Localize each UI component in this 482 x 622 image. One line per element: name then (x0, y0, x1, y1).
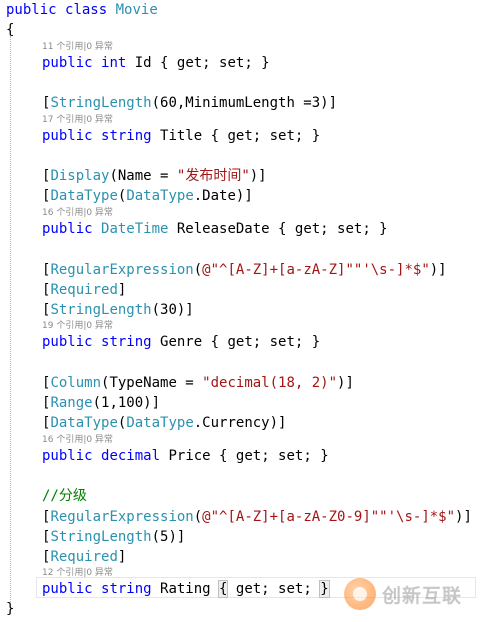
code-line-datatype-date-attr[interactable]: [DataType(DataType.Date)] (42, 186, 482, 206)
attribute-name: Range (50, 395, 93, 411)
type-name: DateTime (101, 221, 169, 237)
identifier: Rating (151, 581, 220, 597)
code-line-comment[interactable]: //分级 (42, 486, 482, 506)
identifier: Title (151, 128, 211, 144)
keyword: string (101, 334, 152, 350)
attribute-name: Required (50, 282, 118, 298)
code-line-title-attr[interactable]: [StringLength(60,MinimumLength =3)] (42, 93, 482, 113)
attribute-name: Column (50, 375, 102, 391)
watermark: 创新互联 (344, 572, 480, 616)
codelens-references[interactable]: 16 个引用|0 异常 (42, 434, 113, 446)
keyword: int (101, 55, 127, 71)
attribute-args: .Date)] (193, 188, 253, 204)
keyword: public (42, 334, 93, 350)
text-caret (328, 580, 330, 596)
attribute-name: DataType (50, 415, 118, 431)
close-brace: } (6, 601, 15, 617)
accessors: { get; set; } (160, 55, 270, 71)
accessors: { get; set; } (210, 334, 321, 350)
bracket: ] (117, 549, 127, 565)
attribute-name: RegularExpression (50, 509, 194, 525)
attribute-args: (1,100)] (92, 395, 161, 411)
accessors: get; set; (227, 581, 321, 597)
keyword: public (6, 2, 57, 18)
open-brace: { (6, 22, 15, 38)
code-line-release-date[interactable]: public DateTime ReleaseDate { get; set; … (42, 219, 482, 239)
code-line-price[interactable]: public decimal Price { get; set; } (42, 446, 482, 466)
matched-brace: } (319, 580, 330, 598)
accessors: { get; set; } (278, 221, 388, 237)
type-name: DataType (126, 188, 194, 204)
codelens-references[interactable]: 11 个引用|0 异常 (42, 41, 113, 53)
indent-guide (10, 36, 11, 602)
code-line-datatype-currency-attr[interactable]: [DataType(DataType.Currency)] (42, 413, 482, 433)
codelens-references[interactable]: 17 个引用|0 异常 (42, 114, 113, 126)
code-line-genre[interactable]: public string Genre { get; set; } (42, 332, 482, 352)
codelens-references[interactable]: 12 个引用|0 异常 (42, 567, 113, 579)
type-name: DataType (126, 415, 194, 431)
bracket: ] (117, 282, 127, 298)
comment: //分级 (42, 488, 87, 504)
code-line-regex2-attr[interactable]: [RegularExpression(@"^[A-Z]+[a-zA-Z0-9]"… (42, 507, 482, 527)
attribute-name: StringLength (50, 95, 152, 111)
code-line-regex1-attr[interactable]: [RegularExpression(@"^[A-Z]+[a-zA-Z]""'\… (42, 260, 482, 280)
keyword: public (42, 581, 93, 597)
code-line-id[interactable]: public int Id { get; set; } (42, 53, 482, 73)
attribute-name: RegularExpression (50, 262, 194, 278)
attribute-args: (TypeName = (101, 375, 203, 391)
code-line-title[interactable]: public string Title { get; set; } (42, 126, 482, 146)
attribute-args: (Name = (109, 168, 177, 184)
attribute-args: )] (429, 262, 447, 278)
attribute-name: StringLength (50, 529, 152, 545)
attribute-args: ( (193, 262, 203, 278)
attribute-args: (30)] (151, 302, 194, 318)
codelens-references[interactable]: 19 个引用|0 异常 (42, 320, 113, 332)
keyword: string (101, 581, 152, 597)
attribute-args: (60,MinimumLength =3)] (151, 95, 338, 111)
keyword: decimal (101, 448, 161, 464)
keyword: class (65, 2, 108, 18)
attribute-args: )] (455, 509, 472, 525)
attribute-args: )] (249, 168, 267, 184)
chuangxin-logo-icon (344, 578, 376, 610)
code-line-display-attr[interactable]: [Display(Name = "发布时间")] (42, 166, 482, 186)
keyword: public (42, 448, 93, 464)
attribute-name: StringLength (50, 302, 152, 318)
keyword: public (42, 55, 93, 71)
string-literal: "发布时间" (176, 168, 250, 184)
code-line-column-attr[interactable]: [Column(TypeName = "decimal(18, 2)")] (42, 373, 482, 393)
code-line-required2-attr[interactable]: [Required] (42, 547, 482, 567)
keyword: public (42, 128, 93, 144)
attribute-args: .Currency)] (193, 415, 287, 431)
attribute-name: DataType (50, 188, 118, 204)
string-literal: @"^[A-Z]+[a-zA-Z]""'\s-]*$" (202, 262, 430, 278)
class-name: Movie (115, 2, 158, 18)
watermark-text: 创新互联 (382, 584, 463, 607)
keyword: public (42, 221, 93, 237)
string-literal: "decimal(18, 2)" (202, 375, 338, 391)
attribute-name: Required (50, 549, 118, 565)
code-line-range-attr[interactable]: [Range(1,100)] (42, 393, 482, 413)
code-line-required1-attr[interactable]: [Required] (42, 280, 482, 300)
attribute-args: (5)] (151, 529, 186, 545)
class-declaration-line[interactable]: public class Movie (6, 0, 482, 20)
codelens-references[interactable]: 16 个引用|0 异常 (42, 207, 113, 219)
code-line-genre-length-attr[interactable]: [StringLength(30)] (42, 300, 482, 320)
code-editor[interactable]: public class Movie { 11 个引用|0 异常 public … (0, 0, 482, 622)
identifier: ReleaseDate (168, 221, 279, 237)
identifier: Price (160, 448, 220, 464)
attribute-args: )] (337, 375, 354, 391)
accessors: { get; set; } (210, 128, 321, 144)
attribute-name: Display (50, 168, 110, 184)
accessors: { get; set; } (219, 448, 329, 464)
identifier: Genre (151, 334, 211, 350)
keyword: string (101, 128, 152, 144)
attribute-args: ( (193, 509, 203, 525)
string-literal: @"^[A-Z]+[a-zA-Z0-9]""'\s-]*$" (202, 509, 456, 525)
code-line-rating-length-attr[interactable]: [StringLength(5)] (42, 527, 482, 547)
open-brace-line[interactable]: { (6, 20, 482, 40)
identifier: Id (126, 55, 161, 71)
